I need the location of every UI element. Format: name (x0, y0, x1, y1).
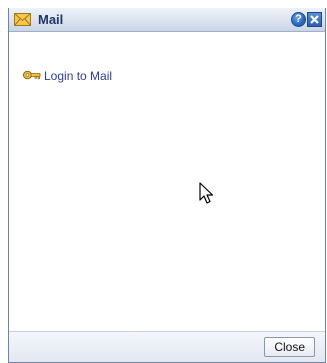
dialog-title: Mail (38, 12, 64, 27)
dialog-titlebar[interactable]: Mail ? (9, 8, 325, 32)
dialog-footer: Close (9, 331, 325, 362)
login-to-mail-link[interactable]: Login to Mail (23, 67, 112, 85)
close-x-icon (310, 15, 319, 24)
envelope-icon (14, 13, 31, 26)
help-button[interactable]: ? (291, 12, 306, 27)
close-x-button[interactable] (307, 12, 322, 27)
mail-dialog: Mail ? Login to Mail Close (8, 8, 326, 363)
key-icon (23, 67, 44, 85)
login-link-label: Login to Mail (44, 69, 113, 83)
mouse-pointer-icon (199, 182, 215, 206)
close-button[interactable]: Close (264, 337, 315, 357)
dialog-content: Login to Mail (9, 32, 325, 331)
